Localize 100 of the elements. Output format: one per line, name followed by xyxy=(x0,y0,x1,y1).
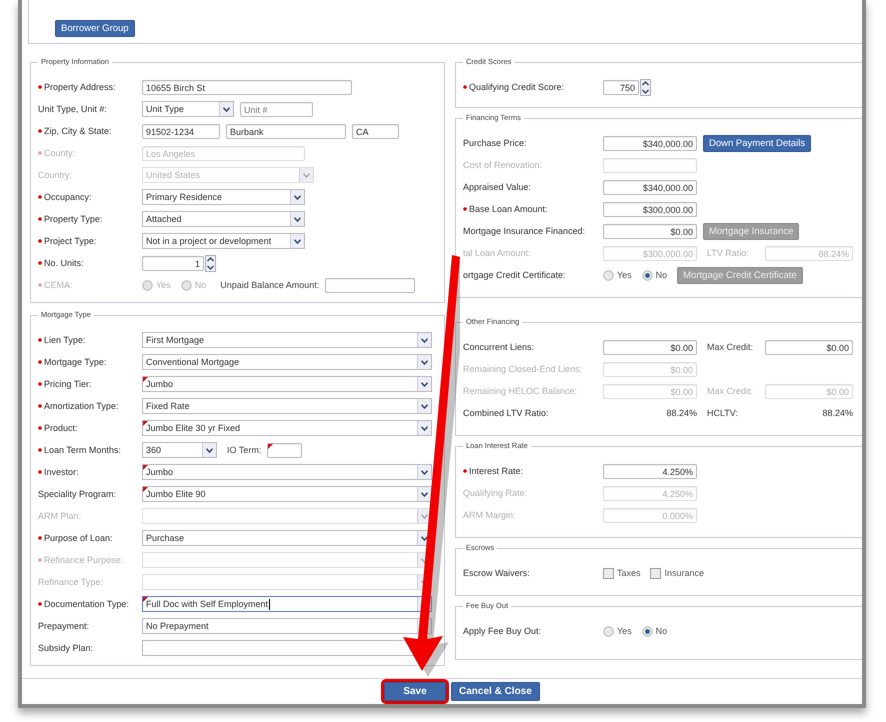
stepper-icon xyxy=(205,254,216,272)
value-text: 88.24% xyxy=(821,408,853,418)
text-field[interactable]: $0.00 xyxy=(602,340,697,354)
field-label: Mortgage Type: xyxy=(44,357,106,367)
field-label: IO Term: xyxy=(227,445,262,455)
radio-button[interactable] xyxy=(642,626,653,636)
cancel-button[interactable]: Cancel & Close xyxy=(451,682,540,701)
text-field[interactable]: $300,000.00 xyxy=(602,202,697,216)
text-field[interactable]: 91502-1234 xyxy=(142,124,220,138)
field-label: Subsidy Plan: xyxy=(38,643,94,653)
dropdown[interactable]: Primary Residence xyxy=(142,189,305,205)
dropdown[interactable]: Jumbo xyxy=(142,376,432,392)
field-label: Base Loan Amount: xyxy=(468,204,548,214)
stepper-icon xyxy=(640,78,651,96)
radio-button[interactable] xyxy=(602,270,614,280)
field-label: Prepayment: xyxy=(38,621,90,631)
text-field[interactable] xyxy=(267,442,302,458)
field-label: Speciality Program: xyxy=(38,489,116,499)
chevron-down-icon xyxy=(421,470,428,474)
field-label: Property Type: xyxy=(44,214,102,224)
dropdown[interactable]: 360 xyxy=(142,442,217,458)
text-field[interactable]: $340,000.00 xyxy=(602,180,697,194)
field-label: Combined LTV Ratio: xyxy=(462,408,548,418)
chevron-down-icon xyxy=(294,194,301,200)
field-label: ARM Plan: xyxy=(38,511,82,521)
radio-button[interactable] xyxy=(602,626,614,636)
field-label: Max Credit: xyxy=(706,342,754,352)
value-text: 88.24% xyxy=(665,408,697,418)
field-label: Appraised Value: xyxy=(462,182,531,192)
text-field[interactable]: 10655 Birch St xyxy=(142,80,352,94)
field-label: Concurrent Liens: xyxy=(462,342,534,352)
field-label: Mortgage Insurance Financed: xyxy=(462,226,586,236)
field-label: Remaining HELOC Balance: xyxy=(462,386,578,396)
field-label: tal Loan Amount: xyxy=(462,248,531,258)
checkbox[interactable] xyxy=(602,568,614,578)
radio-label: Yes xyxy=(616,270,632,280)
field-label: Property Address: xyxy=(44,82,116,92)
dropdown[interactable]: Conventional Mortgage xyxy=(142,354,432,370)
field-label: Purpose of Loan: xyxy=(44,533,113,543)
field-label: Qualifying Credit Score: xyxy=(468,82,564,92)
field-label: Remaining Closed-End Liens: xyxy=(462,364,582,374)
field-label: Investor: xyxy=(44,467,79,477)
field-label: No. Units: xyxy=(44,258,84,268)
dropdown[interactable]: Unit Type xyxy=(142,101,234,117)
radio-button[interactable] xyxy=(642,270,653,280)
field-label: Qualifying Rate: xyxy=(462,488,528,498)
field-label: Pricing Tier: xyxy=(44,379,92,389)
chevron-down-icon xyxy=(421,404,428,408)
radio-label: No xyxy=(656,270,668,280)
chevron-down-icon xyxy=(421,514,428,518)
field-label: Refinance Purpose: xyxy=(44,555,124,565)
radio-label: No xyxy=(194,280,206,290)
field-label: Amortization Type: xyxy=(44,401,118,411)
dropdown[interactable]: Jumbo xyxy=(142,464,432,480)
checkbox-label: Taxes xyxy=(616,568,640,578)
chevron-down-icon xyxy=(421,338,428,342)
field-label: ARM Margin: xyxy=(462,510,516,520)
field-label: Zip, City & State: xyxy=(44,126,112,136)
group-button[interactable]: Borrower Group xyxy=(55,20,135,37)
radio-label: No xyxy=(656,626,668,636)
field-label: Occupancy: xyxy=(44,192,92,202)
field-label: Lien Type: xyxy=(44,335,86,345)
text-field[interactable]: Burbank xyxy=(226,124,346,138)
field-label: Interest Rate: xyxy=(468,466,523,476)
text-field[interactable]: Unit # xyxy=(240,102,313,116)
dropdown[interactable]: Attached xyxy=(142,211,305,227)
field-label: HCLTV: xyxy=(706,408,739,418)
field-label: Country: xyxy=(38,170,72,180)
dropdown[interactable]: First Mortgage xyxy=(142,332,432,348)
chevron-down-icon xyxy=(421,536,428,540)
field-label: Purchase Price: xyxy=(462,138,526,148)
checkbox-label: Insurance xyxy=(664,568,704,578)
field-label: Cost of Renovation: xyxy=(462,160,542,170)
chevron-down-icon xyxy=(294,238,301,244)
field-label: Documentation Type: xyxy=(44,599,129,609)
text-field[interactable]: CA xyxy=(352,124,399,138)
text-field[interactable]: $0.00 xyxy=(602,224,697,238)
chevron-down-icon xyxy=(294,216,301,222)
dropdown[interactable]: Jumbo Elite 30 yr Fixed xyxy=(142,420,432,436)
action-button[interactable]: Down Payment Details xyxy=(702,134,812,152)
dropdown[interactable]: Not in a project or development xyxy=(142,233,305,249)
field-label: Unit Type, Unit #: xyxy=(38,104,107,114)
chevron-down-icon xyxy=(421,382,428,386)
text-field[interactable]: $340,000.00 xyxy=(602,136,697,150)
text-field[interactable]: 4.250% xyxy=(602,464,697,478)
dropdown[interactable]: Fixed Rate xyxy=(142,398,432,414)
checkbox[interactable] xyxy=(650,568,662,578)
chevron-down-icon xyxy=(303,172,310,178)
text-field[interactable]: $0.00 xyxy=(764,340,853,354)
chevron-down-icon xyxy=(206,448,213,452)
field-label: Max Credit: xyxy=(706,386,754,396)
text-cursor xyxy=(269,598,270,610)
field-label: County: xyxy=(44,148,76,158)
dropdown[interactable]: Jumbo Elite 90 xyxy=(142,486,432,502)
chevron-down-icon xyxy=(421,492,428,496)
field-label: LTV Ratio: xyxy=(706,248,750,258)
save-button[interactable]: Save xyxy=(384,682,446,701)
field-label: Project Type: xyxy=(44,236,96,246)
field-label: Apply Fee Buy Out: xyxy=(462,626,542,636)
field-label: Refinance Type: xyxy=(38,577,103,587)
